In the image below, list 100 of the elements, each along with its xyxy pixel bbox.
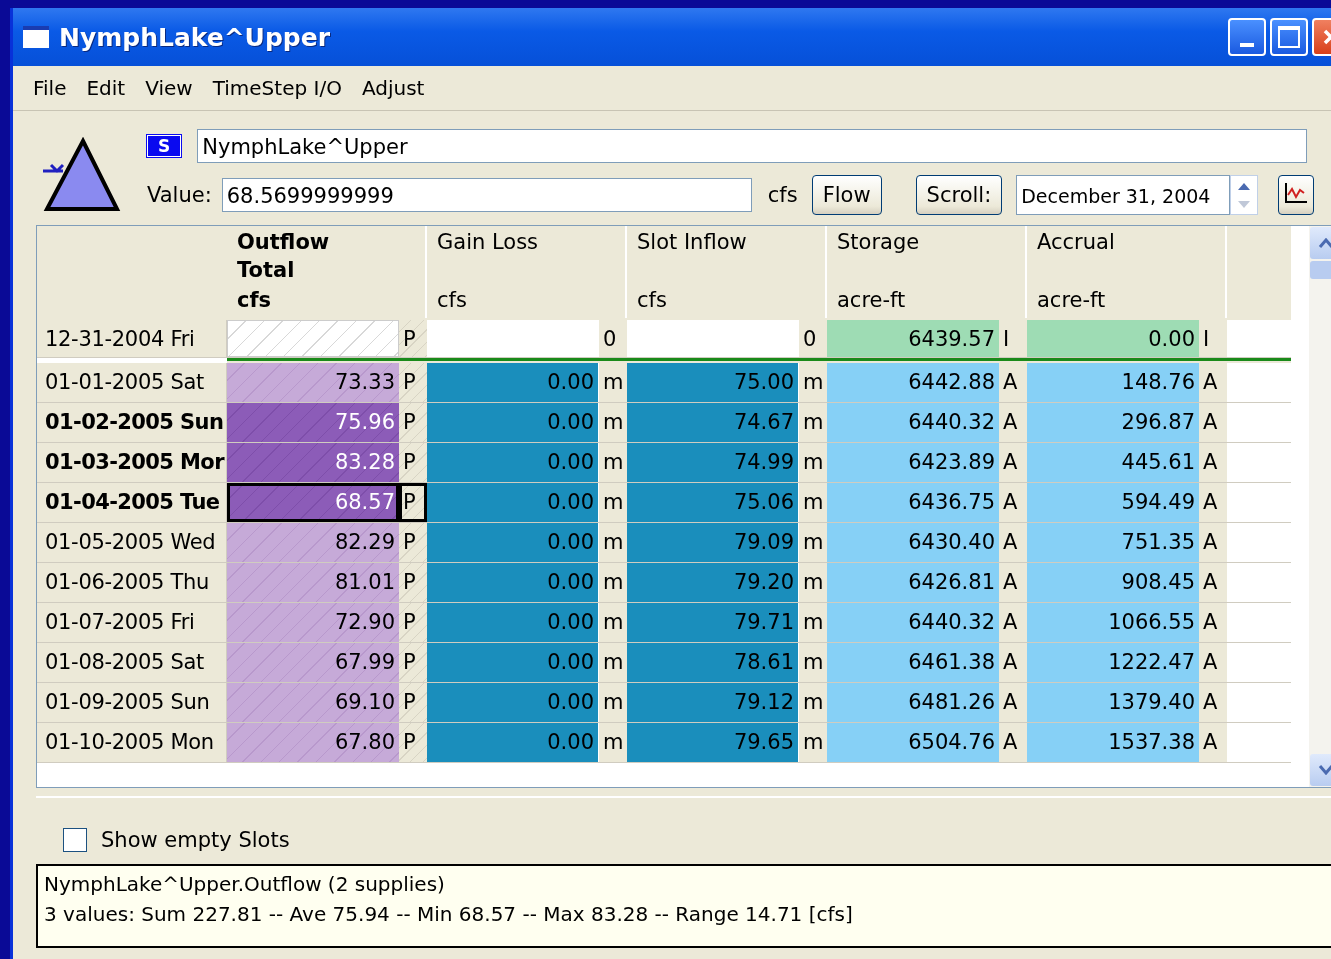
value-cell[interactable]: 751.35 [1027, 523, 1199, 562]
row-date[interactable]: 01-07-2005 Fri [37, 603, 227, 642]
value-cell[interactable]: 0.00 [427, 563, 599, 602]
value-cell[interactable]: 0.00 [427, 523, 599, 562]
value-cell[interactable]: 75.06 [627, 483, 799, 522]
value-cell[interactable]: 79.09 [627, 523, 799, 562]
value-cell[interactable]: 1222.47 [1027, 643, 1199, 682]
value-cell[interactable]: 74.99 [627, 443, 799, 482]
flag-cell: P [399, 723, 427, 762]
name-field[interactable]: NymphLake^Upper [197, 129, 1308, 163]
value-cell[interactable]: 908.45 [1027, 563, 1199, 602]
flag-cell: m [799, 363, 827, 402]
scroll-up-icon[interactable] [1318, 238, 1331, 248]
row-date[interactable]: 01-04-2005 Tue [37, 483, 227, 522]
menu-item[interactable]: View [145, 76, 193, 100]
value-cell[interactable]: 79.20 [627, 563, 799, 602]
checkbox-label[interactable]: Show empty Slots [101, 828, 290, 852]
row-date[interactable]: 01-10-2005 Mon [37, 723, 227, 762]
row-date[interactable]: 01-06-2005 Thu [37, 563, 227, 602]
hatched-cell[interactable] [227, 320, 399, 357]
row-date[interactable]: 01-02-2005 Sun [37, 403, 227, 442]
value-cell[interactable]: 75.00 [627, 363, 799, 402]
flag-cell: m [599, 683, 627, 722]
checkbox[interactable] [63, 828, 87, 852]
value-cell[interactable]: 81.01 [227, 563, 399, 602]
value-cell[interactable]: 67.99 [227, 643, 399, 682]
scroll-down-icon[interactable] [1318, 765, 1331, 775]
menu-item[interactable]: File [33, 76, 67, 100]
value-cell[interactable]: 0.00 [427, 363, 599, 402]
value-cell[interactable]: 78.61 [627, 643, 799, 682]
row-date[interactable]: 01-09-2005 Sun [37, 683, 227, 722]
flag-cell: A [999, 563, 1027, 602]
menu-item[interactable]: TimeStep I/O [212, 76, 342, 100]
value-cell[interactable]: 83.28 [227, 443, 399, 482]
flag-cell: A [999, 403, 1027, 442]
value-cell[interactable]: 0.00 [427, 403, 599, 442]
row-date[interactable]: 12-31-2004 Fri [37, 320, 227, 357]
maximize-button[interactable] [1270, 18, 1308, 56]
value-cell[interactable]: 1537.38 [1027, 723, 1199, 762]
row-date[interactable]: 01-05-2005 Wed [37, 523, 227, 562]
value-cell[interactable]: 72.90 [227, 603, 399, 642]
flag-cell: A [1199, 483, 1227, 522]
row-date[interactable]: 01-03-2005 Mor [37, 443, 227, 482]
flag-cell: A [999, 363, 1027, 402]
value-cell[interactable]: 6430.40 [827, 523, 999, 562]
flag-cell: m [799, 683, 827, 722]
value-cell[interactable]: 6442.88 [827, 363, 999, 402]
value-cell[interactable]: 82.29 [227, 523, 399, 562]
value-cell[interactable]: 148.76 [1027, 363, 1199, 402]
value-cell[interactable]: 6504.76 [827, 723, 999, 762]
plot-button[interactable] [1278, 175, 1315, 215]
value-cell[interactable]: 6426.81 [827, 563, 999, 602]
value-cell[interactable]: 0.00 [1027, 320, 1199, 357]
value-cell[interactable]: 68.57 [227, 483, 399, 522]
flag-cell: A [999, 443, 1027, 482]
value-cell[interactable]: 79.65 [627, 723, 799, 762]
value-cell[interactable]: 6439.57 [827, 320, 999, 357]
value-cell[interactable]: 0.00 [427, 643, 599, 682]
value-cell[interactable]: 6440.32 [827, 603, 999, 642]
row-date[interactable]: 01-08-2005 Sat [37, 643, 227, 682]
value-cell[interactable]: 0.00 [427, 683, 599, 722]
flag-cell: A [999, 603, 1027, 642]
window-icon [23, 26, 49, 48]
value-cell[interactable]: 6423.89 [827, 443, 999, 482]
value-cell[interactable]: 75.96 [227, 403, 399, 442]
flow-button[interactable]: Flow [811, 175, 882, 215]
flag-cell: P [399, 523, 427, 562]
value-cell[interactable]: 1379.40 [1027, 683, 1199, 722]
scroll-button[interactable]: Scroll: [915, 175, 1003, 215]
value-field[interactable]: 68.5699999999 [221, 178, 752, 212]
value-cell[interactable]: 6436.75 [827, 483, 999, 522]
flag-cell: m [599, 523, 627, 562]
value-cell[interactable]: 79.71 [627, 603, 799, 642]
row-date[interactable]: 01-01-2005 Sat [37, 363, 227, 402]
flag-cell: m [799, 643, 827, 682]
value-cell[interactable]: 73.33 [227, 363, 399, 402]
date-field[interactable]: December 31, 2004 [1016, 175, 1231, 215]
value-cell[interactable]: 0.00 [427, 483, 599, 522]
value-cell[interactable]: 0.00 [427, 723, 599, 762]
unit-label: cfs [767, 183, 798, 207]
value-cell[interactable]: 69.10 [227, 683, 399, 722]
value-cell[interactable]: 445.61 [1027, 443, 1199, 482]
value-cell[interactable]: 79.12 [627, 683, 799, 722]
menu-item[interactable]: Adjust [361, 76, 425, 100]
value-cell[interactable]: 6481.26 [827, 683, 999, 722]
value-cell[interactable]: 6461.38 [827, 643, 999, 682]
value-cell[interactable]: 1066.55 [1027, 603, 1199, 642]
flag-cell: A [1199, 403, 1227, 442]
minimize-button[interactable] [1228, 18, 1266, 56]
value-cell[interactable]: 6440.32 [827, 403, 999, 442]
menu-item[interactable]: Edit [86, 76, 126, 100]
flag-cell: A [1199, 683, 1227, 722]
value-cell[interactable]: 0.00 [427, 443, 599, 482]
value-cell[interactable]: 296.87 [1027, 403, 1199, 442]
value-cell[interactable]: 74.67 [627, 403, 799, 442]
flag-cell: P [399, 363, 427, 402]
value-cell[interactable]: 0.00 [427, 603, 599, 642]
value-cell[interactable]: 67.80 [227, 723, 399, 762]
value-cell[interactable]: 594.49 [1027, 483, 1199, 522]
value-label: Value: [147, 183, 212, 207]
